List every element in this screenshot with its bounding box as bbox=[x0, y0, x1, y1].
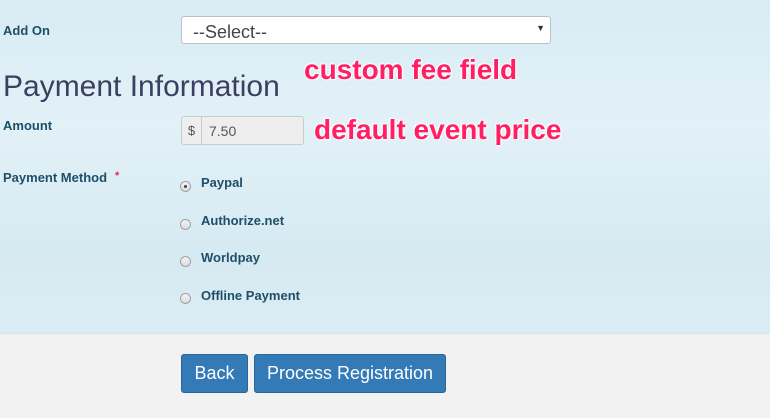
chevron-down-icon: ▼ bbox=[536, 23, 545, 33]
radio-paypal[interactable] bbox=[180, 181, 191, 192]
amount-field: $ 7.50 bbox=[181, 116, 304, 145]
annotation-default-price: default event price bbox=[314, 114, 562, 145]
radio-authorize-net[interactable] bbox=[180, 219, 191, 230]
payment-method-label-text: Payment Method bbox=[3, 170, 108, 185]
radio-label-authorize-net[interactable]: Authorize.net bbox=[201, 213, 284, 228]
radio-label-paypal[interactable]: Paypal bbox=[201, 175, 243, 190]
radio-offline-payment[interactable] bbox=[180, 293, 191, 304]
add-on-label: Add On bbox=[3, 23, 50, 38]
amount-label: Amount bbox=[3, 118, 53, 133]
amount-input: 7.50 bbox=[201, 116, 304, 145]
payment-method-label: Payment Method * bbox=[3, 170, 119, 185]
radio-label-offline-payment[interactable]: Offline Payment bbox=[201, 288, 300, 303]
required-indicator: * bbox=[115, 170, 120, 182]
add-on-selected-value: --Select-- bbox=[193, 22, 268, 42]
add-on-select[interactable]: --Select-- ▼ bbox=[181, 16, 551, 44]
annotation-custom-fee: custom fee field bbox=[304, 54, 518, 85]
back-button[interactable]: Back bbox=[181, 354, 248, 393]
payment-section-title: Payment Information bbox=[3, 70, 280, 103]
radio-label-worldpay[interactable]: Worldpay bbox=[201, 250, 260, 265]
radio-worldpay[interactable] bbox=[180, 256, 191, 267]
process-registration-button[interactable]: Process Registration bbox=[254, 354, 446, 393]
currency-symbol: $ bbox=[181, 116, 201, 145]
